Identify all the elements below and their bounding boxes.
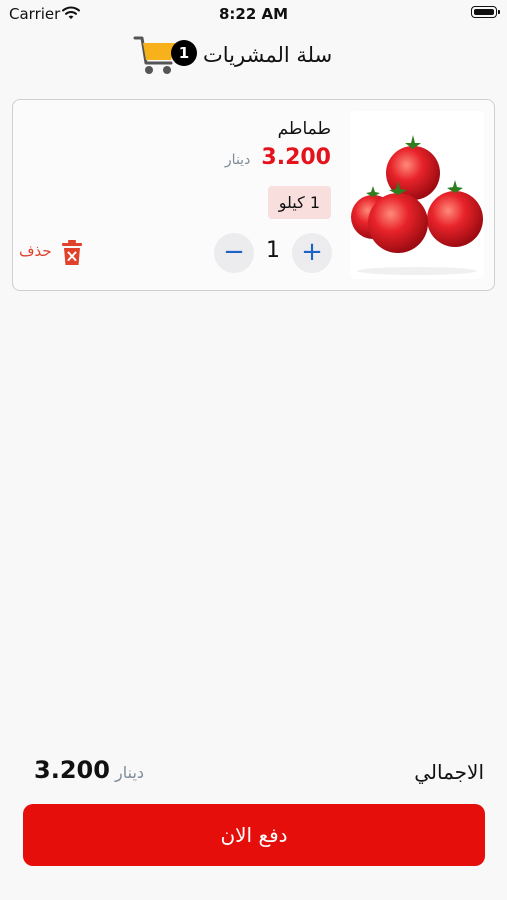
quantity-value: 1 xyxy=(266,238,280,263)
status-bar: Carrier 8:22 AM xyxy=(0,0,507,28)
price-row: 3.200 دينار xyxy=(225,145,331,170)
unit-badge: 1 كيلو xyxy=(267,186,331,219)
decrease-quantity-button[interactable]: − xyxy=(214,233,254,273)
trash-icon xyxy=(61,239,83,270)
total-currency: دينار xyxy=(115,763,145,782)
cart-item-card: طماطم 3.200 دينار 1 كيلو + 1 − حذف xyxy=(12,99,495,291)
increase-quantity-button[interactable]: + xyxy=(292,233,332,273)
total-amount: دينار 3.200 xyxy=(28,756,144,784)
delete-label: حذف xyxy=(19,242,52,260)
cart-count-badge: 1 xyxy=(171,40,197,66)
price-currency: دينار xyxy=(224,152,251,168)
total-value: 3.200 xyxy=(34,756,110,784)
battery-icon xyxy=(471,6,500,18)
total-label: الاجمالي xyxy=(414,760,484,784)
status-time: 8:22 AM xyxy=(218,5,289,23)
product-name: طماطم xyxy=(277,119,331,139)
product-image-tomatoes xyxy=(350,111,484,279)
page-title: سلة المشريات xyxy=(203,43,333,67)
pay-now-button[interactable]: دفع الان xyxy=(23,804,485,866)
product-price: 3.200 xyxy=(261,145,331,170)
header: 1 سلة المشريات xyxy=(0,32,507,80)
